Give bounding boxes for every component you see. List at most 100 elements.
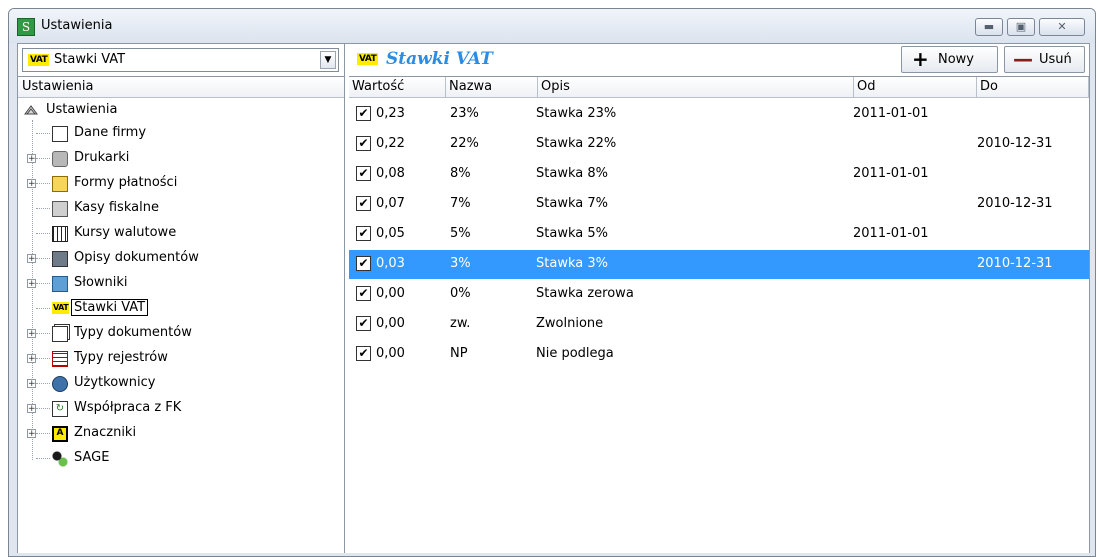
name-cell: 5% bbox=[450, 226, 471, 241]
active-checkbox[interactable]: ✔ bbox=[356, 286, 371, 301]
col-nazwa-header[interactable]: Nazwa bbox=[446, 77, 538, 98]
tree-item[interactable]: Kursy walutowe bbox=[18, 222, 344, 246]
tree-connector bbox=[36, 308, 50, 309]
value-cell: 0,00 bbox=[376, 286, 405, 301]
plus-icon: + bbox=[912, 47, 929, 71]
tree-item-label: Znaczniki bbox=[74, 425, 137, 440]
value-cell: 0,08 bbox=[376, 166, 405, 181]
table-grid-icon bbox=[52, 226, 68, 242]
tree-item-label: Kursy walutowe bbox=[74, 225, 177, 240]
tree-connector bbox=[36, 133, 50, 134]
tree-item-label: Użytkownicy bbox=[74, 375, 156, 390]
app-icon: S bbox=[17, 18, 35, 36]
sync-icon: ↻ bbox=[52, 401, 68, 417]
tree-item[interactable]: + Formy płatności bbox=[18, 172, 344, 196]
col-opis-header[interactable]: Opis bbox=[538, 77, 854, 98]
settings-panel: VAT Stawki VAT ▼ Ustawienia Ustawienia D… bbox=[18, 44, 345, 553]
table-row[interactable]: ✔ 0,08 8% Stawka 8% 2011-01-01 bbox=[349, 160, 1089, 189]
vat-rates-panel: VAT Stawki VAT + Nowy — Usuń Wartość Nazw… bbox=[349, 44, 1089, 553]
expand-icon[interactable]: + bbox=[27, 379, 36, 389]
tree-connector bbox=[36, 358, 50, 359]
users-icon bbox=[52, 376, 68, 392]
expand-icon[interactable]: + bbox=[27, 179, 36, 189]
name-cell: 23% bbox=[450, 106, 479, 121]
tree-item[interactable]: + Typy rejestrów bbox=[18, 347, 344, 371]
cash-register-icon bbox=[52, 201, 68, 217]
window-content: VAT Stawki VAT ▼ Ustawienia Ustawienia D… bbox=[17, 43, 1090, 553]
col-wartosc-header[interactable]: Wartość bbox=[349, 77, 446, 98]
minimize-button[interactable]: ▬ bbox=[975, 18, 1003, 36]
table-row[interactable]: ✔ 0,03 3% Stawka 3% 2010-12-31 bbox=[349, 250, 1089, 279]
active-checkbox[interactable]: ✔ bbox=[356, 346, 371, 361]
expand-icon[interactable]: + bbox=[27, 279, 36, 289]
description-cell: Stawka 22% bbox=[536, 136, 617, 151]
close-icon: ✕ bbox=[1057, 20, 1067, 33]
col-od-header[interactable]: Od bbox=[854, 77, 977, 98]
new-button[interactable]: + Nowy bbox=[901, 46, 998, 73]
title-bar[interactable]: S Ustawienia ▬ ▣ ✕ bbox=[9, 9, 1095, 43]
to-date-cell: 2010-12-31 bbox=[977, 136, 1053, 151]
tree-item[interactable]: Kasy fiskalne bbox=[18, 197, 344, 221]
floppy-disk-icon bbox=[52, 251, 68, 267]
table-row[interactable]: ✔ 0,05 5% Stawka 5% 2011-01-01 bbox=[349, 220, 1089, 249]
tree-item[interactable]: + ↻ Współpraca z FK bbox=[18, 397, 344, 421]
tree-item[interactable]: + Drukarki bbox=[18, 147, 344, 171]
panel-title: Stawki VAT bbox=[386, 49, 493, 69]
minus-icon: — bbox=[1013, 47, 1033, 71]
tree-item[interactable]: + Słowniki bbox=[18, 272, 344, 296]
description-cell: Stawka zerowa bbox=[536, 286, 634, 301]
sage-icon bbox=[52, 451, 68, 467]
table-row[interactable]: ✔ 0,00 0% Stawka zerowa bbox=[349, 280, 1089, 309]
tree-item[interactable]: SAGE bbox=[18, 447, 344, 471]
table-row[interactable]: ✔ 0,23 23% Stawka 23% 2011-01-01 bbox=[349, 100, 1089, 129]
active-checkbox[interactable]: ✔ bbox=[356, 136, 371, 151]
tree-connector bbox=[36, 433, 50, 434]
col-do-header[interactable]: Do bbox=[977, 77, 1089, 98]
active-checkbox[interactable]: ✔ bbox=[356, 226, 371, 241]
settings-combo[interactable]: VAT Stawki VAT ▼ bbox=[22, 48, 339, 72]
tree-item[interactable]: VAT Stawki VAT bbox=[18, 297, 344, 321]
tree-item[interactable]: Dane firmy bbox=[18, 122, 344, 146]
close-button[interactable]: ✕ bbox=[1039, 18, 1085, 36]
vat-badge-icon: VAT bbox=[357, 53, 379, 65]
name-cell: zw. bbox=[450, 316, 471, 331]
to-date-cell: 2010-12-31 bbox=[977, 196, 1053, 211]
tree-item-label: Kasy fiskalne bbox=[74, 200, 159, 215]
tree-item[interactable]: + Typy dokumentów bbox=[18, 322, 344, 346]
tree-item-label: Współpraca z FK bbox=[74, 400, 182, 415]
dropdown-arrow-icon[interactable]: ▼ bbox=[320, 51, 336, 69]
maximize-button[interactable]: ▣ bbox=[1007, 18, 1035, 36]
expand-icon[interactable]: + bbox=[27, 429, 36, 439]
table-row[interactable]: ✔ 0,22 22% Stawka 22% 2010-12-31 bbox=[349, 130, 1089, 159]
active-checkbox[interactable]: ✔ bbox=[356, 166, 371, 181]
active-checkbox[interactable]: ✔ bbox=[356, 196, 371, 211]
tree-connector bbox=[36, 233, 50, 234]
table-row[interactable]: ✔ 0,00 NP Nie podlega bbox=[349, 340, 1089, 369]
document-icon bbox=[52, 126, 68, 142]
settings-root-icon bbox=[24, 105, 38, 115]
table-row[interactable]: ✔ 0,07 7% Stawka 7% 2010-12-31 bbox=[349, 190, 1089, 219]
value-cell: 0,22 bbox=[376, 136, 405, 151]
expand-icon[interactable]: + bbox=[27, 354, 36, 364]
active-checkbox[interactable]: ✔ bbox=[356, 256, 371, 271]
expand-icon[interactable]: + bbox=[27, 254, 36, 264]
expand-icon[interactable]: + bbox=[27, 404, 36, 414]
maximize-icon: ▣ bbox=[1015, 20, 1027, 33]
tree-item-label: Typy rejestrów bbox=[74, 350, 168, 365]
delete-button[interactable]: — Usuń bbox=[1004, 46, 1085, 73]
tree-item[interactable]: + Opisy dokumentów bbox=[18, 247, 344, 271]
expand-icon[interactable]: + bbox=[27, 329, 36, 339]
value-cell: 0,00 bbox=[376, 346, 405, 361]
tree-header: Ustawienia bbox=[18, 76, 344, 98]
name-cell: 22% bbox=[450, 136, 479, 151]
tag-icon: A bbox=[52, 426, 68, 442]
minimize-icon: ▬ bbox=[983, 20, 995, 33]
expand-icon[interactable]: + bbox=[27, 154, 36, 164]
active-checkbox[interactable]: ✔ bbox=[356, 316, 371, 331]
tree-connector bbox=[36, 383, 50, 384]
table-header: Wartość Nazwa Opis Od Do bbox=[349, 76, 1089, 98]
active-checkbox[interactable]: ✔ bbox=[356, 106, 371, 121]
tree-item[interactable]: + A Znaczniki bbox=[18, 422, 344, 446]
table-row[interactable]: ✔ 0,00 zw. Zwolnione bbox=[349, 310, 1089, 339]
tree-item[interactable]: + Użytkownicy bbox=[18, 372, 344, 396]
